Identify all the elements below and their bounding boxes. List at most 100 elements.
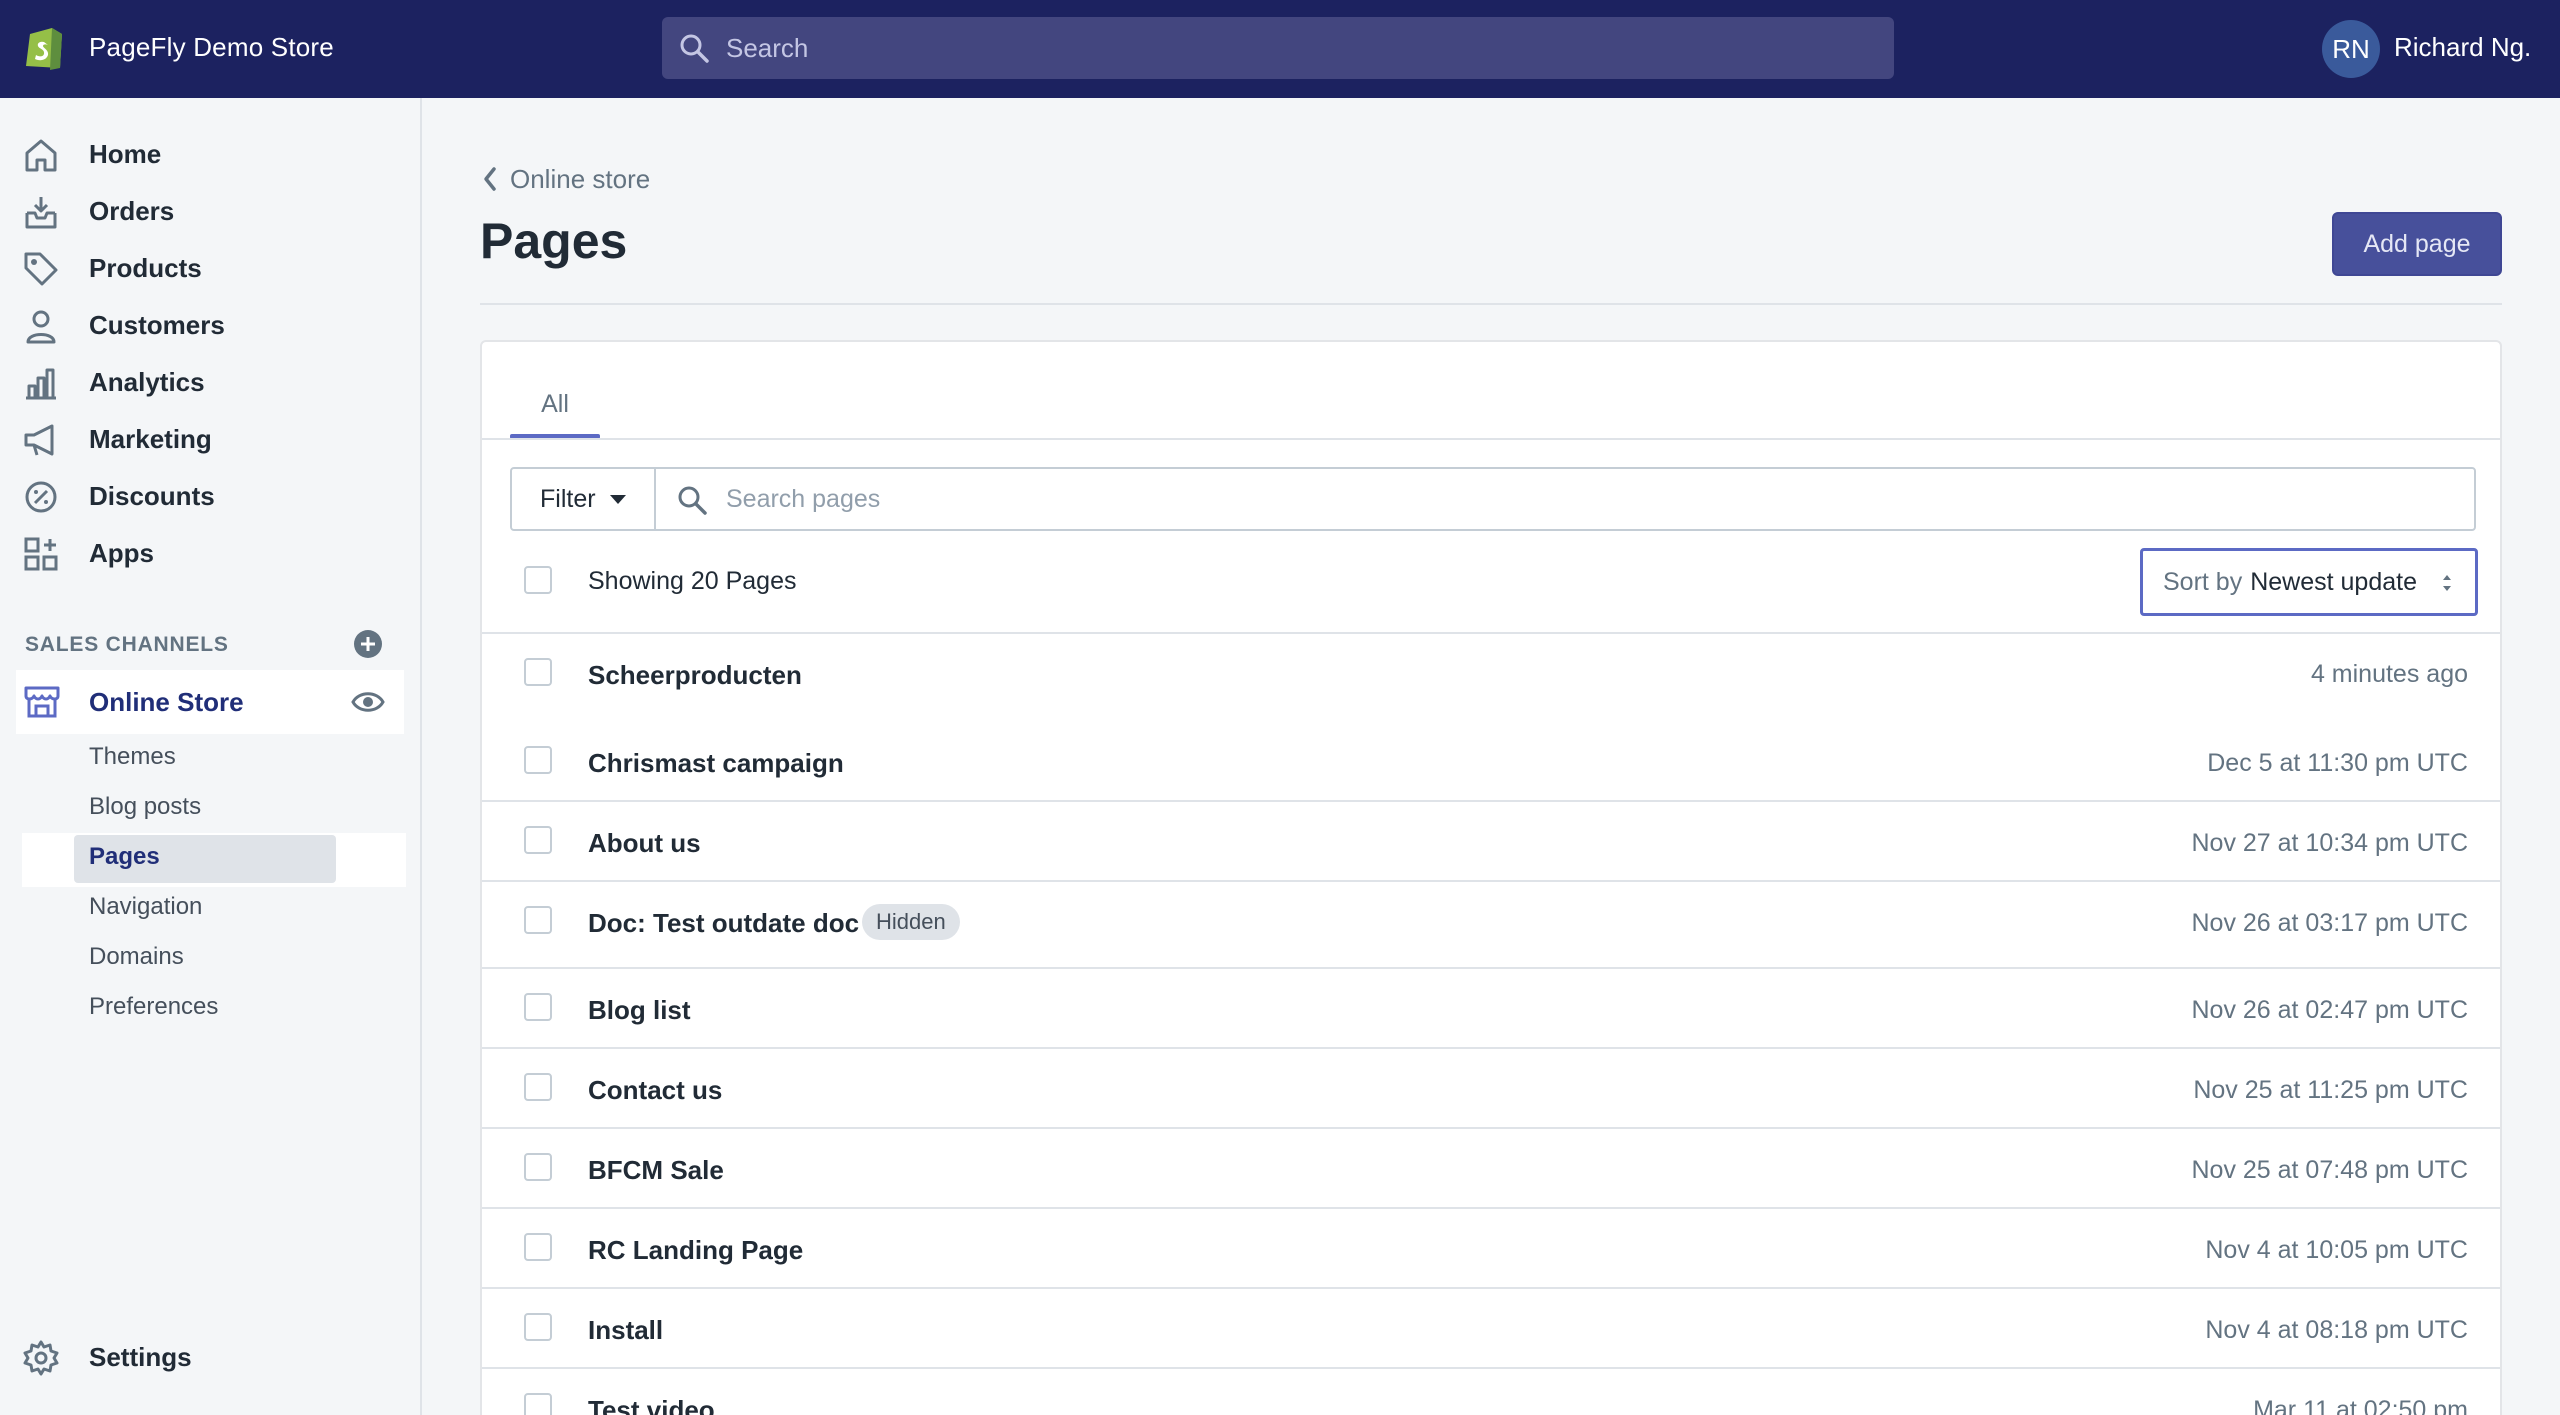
bar-chart-icon (26, 368, 56, 400)
table-row[interactable]: Test video Mar 11 at 02:50 pm (482, 1369, 2500, 1415)
user-name[interactable]: Richard Ng. (2394, 32, 2531, 63)
sidebar-item-label: Home (89, 138, 162, 169)
sidebar: Home Orders Products Customers Analytics… (0, 98, 422, 1415)
sidebar-item-label: Marketing (89, 423, 212, 454)
megaphone-icon (24, 424, 54, 456)
page-name[interactable]: Scheerproducten (588, 660, 802, 691)
sidebar-item-discounts[interactable]: Discounts (0, 470, 422, 522)
add-sales-channel-icon[interactable] (352, 628, 384, 660)
sidebar-subitem-pages[interactable]: Pages (89, 843, 160, 871)
page-name[interactable]: Blog list (588, 995, 691, 1026)
orders-icon (25, 197, 57, 229)
row-checkbox[interactable] (524, 1073, 552, 1101)
eye-icon[interactable] (351, 687, 385, 717)
sidebar-item-label: Orders (89, 195, 175, 226)
gear-icon (23, 1340, 59, 1376)
sort-value: Newest update (2250, 567, 2417, 596)
page-updated-date: Nov 26 at 02:47 pm UTC (2191, 996, 2468, 1024)
sidebar-item-label: Settings (89, 1342, 192, 1372)
table-row[interactable]: Contact us Nov 25 at 11:25 pm UTC (482, 1049, 2500, 1129)
page-updated-date: Nov 25 at 07:48 pm UTC (2191, 1156, 2468, 1184)
row-checkbox[interactable] (524, 1233, 552, 1261)
row-checkbox[interactable] (524, 658, 552, 686)
table-row[interactable]: Scheerproducten 4 minutes ago (492, 642, 2490, 706)
page-updated-date: Nov 4 at 10:05 pm UTC (2205, 1236, 2468, 1264)
select-all-checkbox[interactable] (524, 566, 552, 594)
store-icon (24, 686, 60, 718)
row-checkbox[interactable] (524, 1313, 552, 1341)
page-name[interactable]: BFCM Sale (588, 1155, 724, 1186)
breadcrumb[interactable]: Online store (478, 163, 650, 195)
page-name[interactable]: Test video (588, 1395, 715, 1415)
row-checkbox[interactable] (524, 826, 552, 854)
row-checkbox[interactable] (524, 1393, 552, 1415)
avatar[interactable]: RN (2322, 20, 2380, 78)
list-divider (482, 632, 2500, 634)
page-name[interactable]: Install (588, 1315, 663, 1346)
sidebar-subitem-themes[interactable]: Themes (89, 743, 176, 771)
sidebar-item-marketing[interactable]: Marketing (0, 413, 422, 465)
sidebar-subitem-preferences[interactable]: Preferences (89, 993, 218, 1021)
showing-count: Showing 20 Pages (588, 567, 797, 595)
page-name[interactable]: About us (588, 828, 701, 859)
sidebar-item-orders[interactable]: Orders (0, 185, 422, 237)
filter-button[interactable]: Filter (510, 467, 656, 531)
sidebar-subitem-navigation[interactable]: Navigation (89, 893, 202, 921)
sidebar-item-online-store[interactable]: Online Store (16, 670, 404, 734)
filter-label: Filter (540, 484, 596, 513)
row-checkbox[interactable] (524, 906, 552, 934)
apps-icon (24, 537, 58, 571)
row-checkbox[interactable] (524, 746, 552, 774)
sidebar-subitem-blog-posts[interactable]: Blog posts (89, 793, 201, 821)
status-badge: Hidden (862, 904, 960, 940)
shopify-logo-icon[interactable] (22, 22, 68, 72)
search-pages-field[interactable] (654, 467, 2476, 531)
title-divider (480, 303, 2502, 305)
chevron-left-icon (484, 167, 496, 191)
row-checkbox[interactable] (524, 993, 552, 1021)
sidebar-item-settings[interactable]: Settings (0, 1331, 422, 1383)
table-row[interactable]: Blog list Nov 26 at 02:47 pm UTC (482, 969, 2500, 1049)
add-page-button[interactable]: Add page (2332, 212, 2502, 276)
sidebar-item-label: Discounts (89, 480, 215, 511)
sort-select[interactable]: Sort by Newest update (2140, 548, 2478, 616)
search-icon (678, 486, 707, 515)
table-row[interactable]: BFCM Sale Nov 25 at 07:48 pm UTC (482, 1129, 2500, 1209)
breadcrumb-label: Online store (510, 163, 651, 194)
global-search-input[interactable] (726, 17, 1876, 79)
tab-all[interactable]: All (512, 370, 598, 436)
sidebar-item-label: Apps (89, 537, 154, 568)
sidebar-item-customers[interactable]: Customers (0, 299, 422, 351)
page-updated-date: Dec 5 at 11:30 pm UTC (2207, 749, 2468, 777)
page-name[interactable]: Contact us (588, 1075, 722, 1106)
sidebar-item-home[interactable]: Home (0, 128, 422, 180)
sidebar-item-label: Analytics (89, 366, 205, 397)
page-updated-date: Nov 4 at 08:18 pm UTC (2205, 1316, 2468, 1344)
person-icon (26, 310, 56, 344)
page-name[interactable]: RC Landing Page (588, 1235, 803, 1266)
sort-prefix: Sort by (2163, 567, 2243, 596)
page-updated-date: Mar 11 at 02:50 pm (2253, 1396, 2468, 1415)
caret-down-icon (609, 494, 626, 504)
global-search[interactable] (662, 17, 1894, 79)
search-pages-input[interactable] (726, 469, 2426, 529)
table-row[interactable]: RC Landing Page Nov 4 at 10:05 pm UTC (482, 1209, 2500, 1289)
sidebar-item-label: Products (89, 252, 202, 283)
table-row[interactable]: Chrismast campaign Dec 5 at 11:30 pm UTC (482, 722, 2500, 802)
row-checkbox[interactable] (524, 1153, 552, 1181)
page-updated-date: Nov 26 at 03:17 pm UTC (2191, 909, 2468, 937)
sidebar-item-products[interactable]: Products (0, 242, 422, 294)
sidebar-subitem-domains[interactable]: Domains (89, 943, 184, 971)
sidebar-item-apps[interactable]: Apps (0, 527, 422, 579)
page-name[interactable]: Chrismast campaign (588, 748, 844, 779)
sidebar-item-analytics[interactable]: Analytics (0, 356, 422, 408)
pages-card: All Filter Showing 20 Pages Sort by Newe… (480, 340, 2502, 1415)
table-row[interactable]: About us Nov 27 at 10:34 pm UTC (482, 802, 2500, 882)
table-row[interactable]: Install Nov 4 at 08:18 pm UTC (482, 1289, 2500, 1369)
sidebar-item-label: Customers (89, 309, 225, 340)
search-icon (680, 34, 709, 63)
sales-channels-title: SALES CHANNELS (25, 633, 229, 656)
page-name[interactable]: Doc: Test outdate doc (588, 908, 859, 939)
table-row[interactable]: Doc: Test outdate doc Hidden Nov 26 at 03:… (482, 882, 2500, 969)
store-name[interactable]: PageFly Demo Store (89, 32, 334, 63)
